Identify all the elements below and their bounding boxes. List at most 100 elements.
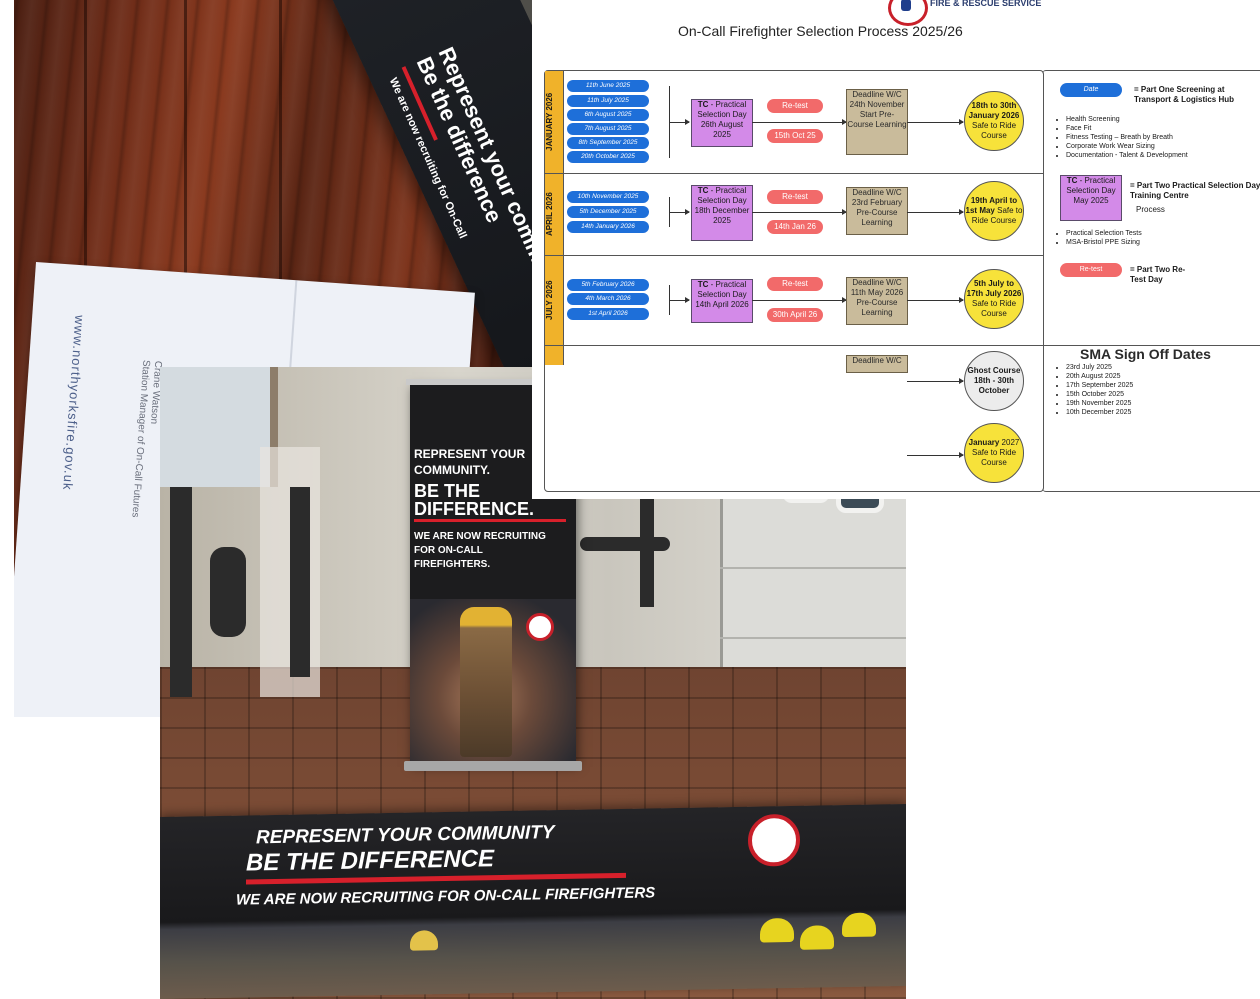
sma-title: SMA Sign Off Dates xyxy=(1080,346,1211,362)
list-item: 10th December 2025 xyxy=(1066,408,1133,417)
door-panel-line xyxy=(720,637,906,639)
rollup-line-1: REPRESENT YOUR xyxy=(414,447,526,461)
list-item: Fitness Testing – Breath by Breath xyxy=(1066,133,1188,142)
row-tab-april: APRIL 2026 xyxy=(545,173,564,255)
arrow-connector xyxy=(752,297,847,303)
process-grid: JANUARY 2026 APRIL 2026 JULY 2026 11th J… xyxy=(544,70,1044,492)
course-circle: 5th July to 17th July 2026 Safe to Ride … xyxy=(964,269,1024,329)
row-tab-partial xyxy=(545,345,564,365)
rollup-line-4: DIFFERENCE. xyxy=(414,499,535,519)
list-item: Face Fit xyxy=(1066,124,1188,133)
screening-date: 8th September 2025 xyxy=(567,137,649,149)
door-panel-line xyxy=(720,567,906,569)
banner-line-2: BE THE DIFFERENCE xyxy=(246,845,495,877)
fire-service-crest-icon xyxy=(748,813,800,867)
tc-practical-day: TC - Practical Selection Day 18th Decemb… xyxy=(691,185,753,241)
legend-retest-pill: Re-test xyxy=(1060,263,1122,277)
arrow-connector xyxy=(907,297,964,303)
deadline-box: Deadline W/C 24th November Start Pre-Cou… xyxy=(846,89,908,155)
legend-date-text: = Part One Screening at Transport & Logi… xyxy=(1134,85,1235,104)
arrow-connector xyxy=(907,119,964,125)
letter-role: Station Manager of On-Call Futures xyxy=(129,359,152,518)
rollup-line-5: WE ARE NOW RECRUITING xyxy=(414,531,546,542)
floor-banner: REPRESENT YOUR COMMUNITY BE THE DIFFEREN… xyxy=(160,803,906,999)
screening-date: 10th November 2025 xyxy=(567,191,649,203)
banner-line-1: REPRESENT YOUR COMMUNITY xyxy=(256,822,555,849)
list-item: Corporate Work Wear Sizing xyxy=(1066,142,1188,151)
arrow-connector xyxy=(669,209,690,215)
row-divider xyxy=(545,255,1043,256)
screening-date: 20th October 2025 xyxy=(567,151,649,163)
course-circle: January 2027 Safe to Ride Course xyxy=(964,423,1024,483)
course-circle: 19th April to 1st May Safe to Ride Cours… xyxy=(964,181,1024,241)
organisation-name: FIRE & RESCUE SERVICE xyxy=(930,0,1042,8)
screening-date: 11th June 2025 xyxy=(567,80,649,92)
list-item: Health Screening xyxy=(1066,115,1188,124)
selection-process-document: FIRE & RESCUE SERVICE On-Call Firefighte… xyxy=(532,0,1260,499)
screening-date: 5th February 2026 xyxy=(567,279,649,291)
list-item: 15th October 2025 xyxy=(1066,390,1133,399)
helmet-icon xyxy=(760,917,794,943)
ghost-course-circle: Ghost Course 18th - 30th October xyxy=(964,351,1024,411)
exercise-bike xyxy=(210,547,246,637)
arrow-connector xyxy=(907,378,964,384)
helmet-icon xyxy=(410,930,438,951)
document-title: On-Call Firefighter Selection Process 20… xyxy=(678,23,963,39)
letter-url: www.northyorksfire.gov.uk xyxy=(60,314,88,492)
deadline-box: Deadline W/C xyxy=(846,355,908,373)
legend-tc-box: TC - Practical Selection Day May 2025 xyxy=(1060,175,1122,221)
screening-date: 6th August 2025 xyxy=(567,109,649,121)
arrow-connector xyxy=(669,297,690,303)
gym-machine xyxy=(170,487,192,697)
helmet-icon xyxy=(842,912,876,938)
row-tab-july: JULY 2026 xyxy=(545,255,564,345)
list-item: 20th August 2025 xyxy=(1066,372,1133,381)
screening-date: 11th July 2025 xyxy=(567,95,649,107)
rollup-line-2: COMMUNITY. xyxy=(414,463,490,477)
letter-signature: Crane Watson Station Manager of On-Call … xyxy=(128,359,163,518)
rollup-line-7: FIREFIGHTERS. xyxy=(414,559,491,570)
legend-tc-process: Process xyxy=(1136,205,1165,214)
course-circle: 18th to 30th January 2026 Safe to Ride C… xyxy=(964,91,1024,151)
screening-date: 14th January 2026 xyxy=(567,221,649,233)
tc-practical-day: TC - Practical Selection Day 26th August… xyxy=(691,99,753,147)
envelope-window xyxy=(484,0,532,70)
legend-retest-text: = Part Two Re-Test Day xyxy=(1130,265,1186,284)
retest-pill: Re-test xyxy=(767,190,823,204)
arrow-connector xyxy=(907,209,964,215)
rollup-line-6: FOR ON-CALL xyxy=(414,545,483,556)
screening-date: 4th March 2026 xyxy=(567,293,649,305)
deadline-box: Deadline W/C 11th May 2026 Pre-Course Le… xyxy=(846,277,908,325)
retest-date-pill: 30th April 26 xyxy=(767,308,823,322)
arrow-connector xyxy=(907,452,964,458)
retest-pill: Re-test xyxy=(767,99,823,113)
row-tab-january: JANUARY 2026 xyxy=(545,71,564,173)
banner-line-3: WE ARE NOW RECRUITING FOR ON-CALL FIREFI… xyxy=(236,884,656,909)
legend-tc-text: = Part Two Practical Selection Day - Tra… xyxy=(1130,181,1260,200)
retest-pill: Re-test xyxy=(767,277,823,291)
list-item: 19th November 2025 xyxy=(1066,399,1133,408)
row-divider xyxy=(545,173,1043,174)
list-item: Practical Selection Tests xyxy=(1066,229,1142,238)
retest-date-pill: 14th Jan 26 xyxy=(767,220,823,234)
fire-service-crest-icon xyxy=(526,613,554,641)
cross-trainer-base xyxy=(580,537,670,551)
list-item: 17th September 2025 xyxy=(1066,381,1133,390)
list-item: MSA-Bristol PPE Sizing xyxy=(1066,238,1142,247)
arrow-connector xyxy=(752,209,847,215)
legend-date-pill: Date xyxy=(1060,83,1122,97)
practical-list: Practical Selection Tests MSA-Bristol PP… xyxy=(1056,229,1142,247)
tc-practical-day: TC - Practical Selection Day 14th April … xyxy=(691,279,753,323)
list-item: Documentation - Talent & Development xyxy=(1066,151,1188,160)
deadline-box: Deadline W/C 23rd February Pre-Course Le… xyxy=(846,187,908,235)
helmet-icon xyxy=(800,925,834,950)
legend-panel: Date = Part One Screening at Transport &… xyxy=(1042,70,1260,492)
list-item: 23rd July 2025 xyxy=(1066,363,1133,372)
sma-date-list: 23rd July 2025 20th August 2025 17th Sep… xyxy=(1056,363,1133,417)
arrow-connector xyxy=(669,119,690,125)
screening-date: 5th December 2025 xyxy=(567,206,649,218)
row-divider xyxy=(545,345,1043,346)
firefighter-figure xyxy=(460,607,512,757)
screening-date: 7th August 2025 xyxy=(567,123,649,135)
screening-date: 1st April 2026 xyxy=(567,308,649,320)
